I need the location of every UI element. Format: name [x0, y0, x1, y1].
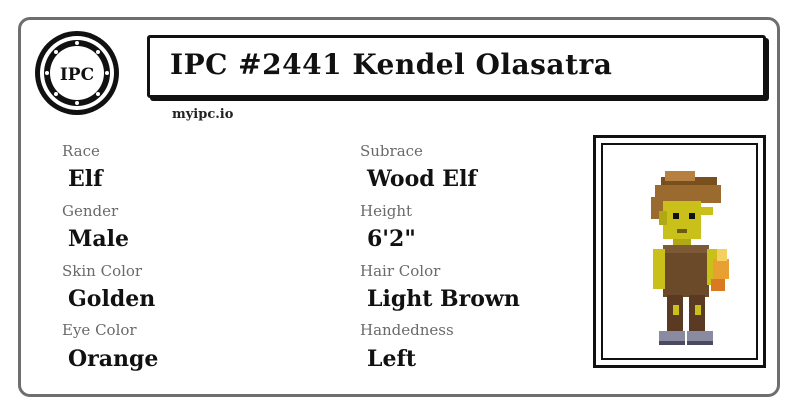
race-value: Elf [68, 166, 103, 192]
skin-color-label: Skin Color [62, 262, 143, 280]
ipc-logo-icon: IPC [35, 31, 119, 115]
handedness-value: Left [367, 346, 417, 372]
height-label: Height [360, 202, 413, 220]
elf-character-sprite-icon [651, 171, 729, 345]
subrace-label: Subrace [360, 142, 423, 160]
eye-color-label: Eye Color [62, 321, 137, 339]
skin-color-value: Golden [68, 286, 156, 312]
height-value: 6'2" [367, 226, 416, 252]
gender-value: Male [68, 226, 129, 252]
portrait-inner-frame [601, 143, 758, 360]
eye-color-value: Orange [68, 346, 159, 372]
logo-text: IPC [60, 65, 94, 85]
hair-color-label: Hair Color [360, 262, 441, 280]
site-url: myipc.io [172, 107, 234, 122]
subrace-value: Wood Elf [367, 166, 477, 192]
portrait-frame [593, 135, 766, 368]
handedness-label: Handedness [360, 321, 454, 339]
hair-color-value: Light Brown [367, 286, 520, 312]
race-label: Race [62, 142, 100, 160]
gender-label: Gender [62, 202, 119, 220]
title-box: IPC #2441 Kendel Olasatra [147, 35, 766, 98]
page-title: IPC #2441 Kendel Olasatra [170, 48, 613, 81]
